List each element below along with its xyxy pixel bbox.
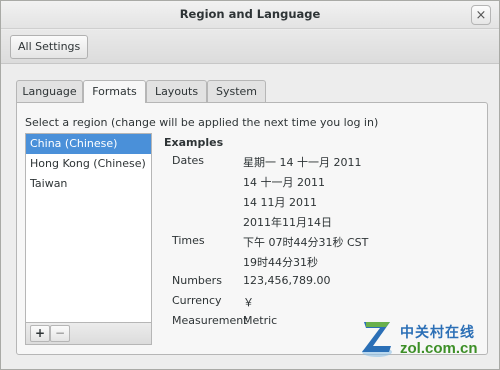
toolbar: All Settings [1,30,499,64]
region-language-window: Region and Language × All Settings Langu… [0,0,500,370]
region-item-hong-kong[interactable]: Hong Kong (Chinese) [26,154,151,174]
remove-region-button[interactable]: − [50,325,70,342]
tab-formats[interactable]: Formats [83,80,146,103]
tab-layouts[interactable]: Layouts [146,80,207,102]
dates-label: Dates [172,154,205,167]
tab-system[interactable]: System [207,80,266,102]
watermark-chinese-text: 中关村在线 [400,325,475,341]
time-example-24h: 19时44分31秒 [243,256,318,269]
numbers-label: Numbers [172,274,222,287]
times-label: Times [172,234,205,247]
currency-example: ￥ [243,296,254,309]
time-example-12h: 下午 07时44分31秒 CST [243,236,369,249]
add-region-button[interactable]: + [30,325,50,342]
date-example-medium: 14 十一月 2011 [243,176,325,189]
currency-label: Currency [172,294,222,307]
all-settings-button[interactable]: All Settings [10,35,89,59]
region-list-toolbar: + − [25,323,152,345]
region-item-china[interactable]: China (Chinese) [26,134,151,154]
numbers-example: 123,456,789.00 [243,274,331,287]
date-example-numeric: 2011年11月14日 [243,216,332,229]
examples-heading: Examples [164,136,224,149]
close-icon[interactable]: × [471,5,491,25]
tab-language[interactable]: Language [16,80,83,102]
measurement-example: Metric [243,314,278,327]
title-bar[interactable]: Region and Language × [1,1,499,29]
date-example-long: 星期一 14 十一月 2011 [243,156,362,169]
zol-logo-icon [362,322,392,357]
zol-watermark: 中关村在线 zol.com.cn [360,318,494,364]
region-item-taiwan[interactable]: Taiwan [26,174,151,194]
measurement-label: Measurement [172,314,248,327]
window-title: Region and Language [179,7,321,21]
region-prompt: Select a region (change will be applied … [25,116,379,129]
region-list[interactable]: China (Chinese) Hong Kong (Chinese) Taiw… [25,133,152,323]
date-example-short: 14 11月 2011 [243,196,317,209]
watermark-url-text: zol.com.cn [400,340,478,357]
